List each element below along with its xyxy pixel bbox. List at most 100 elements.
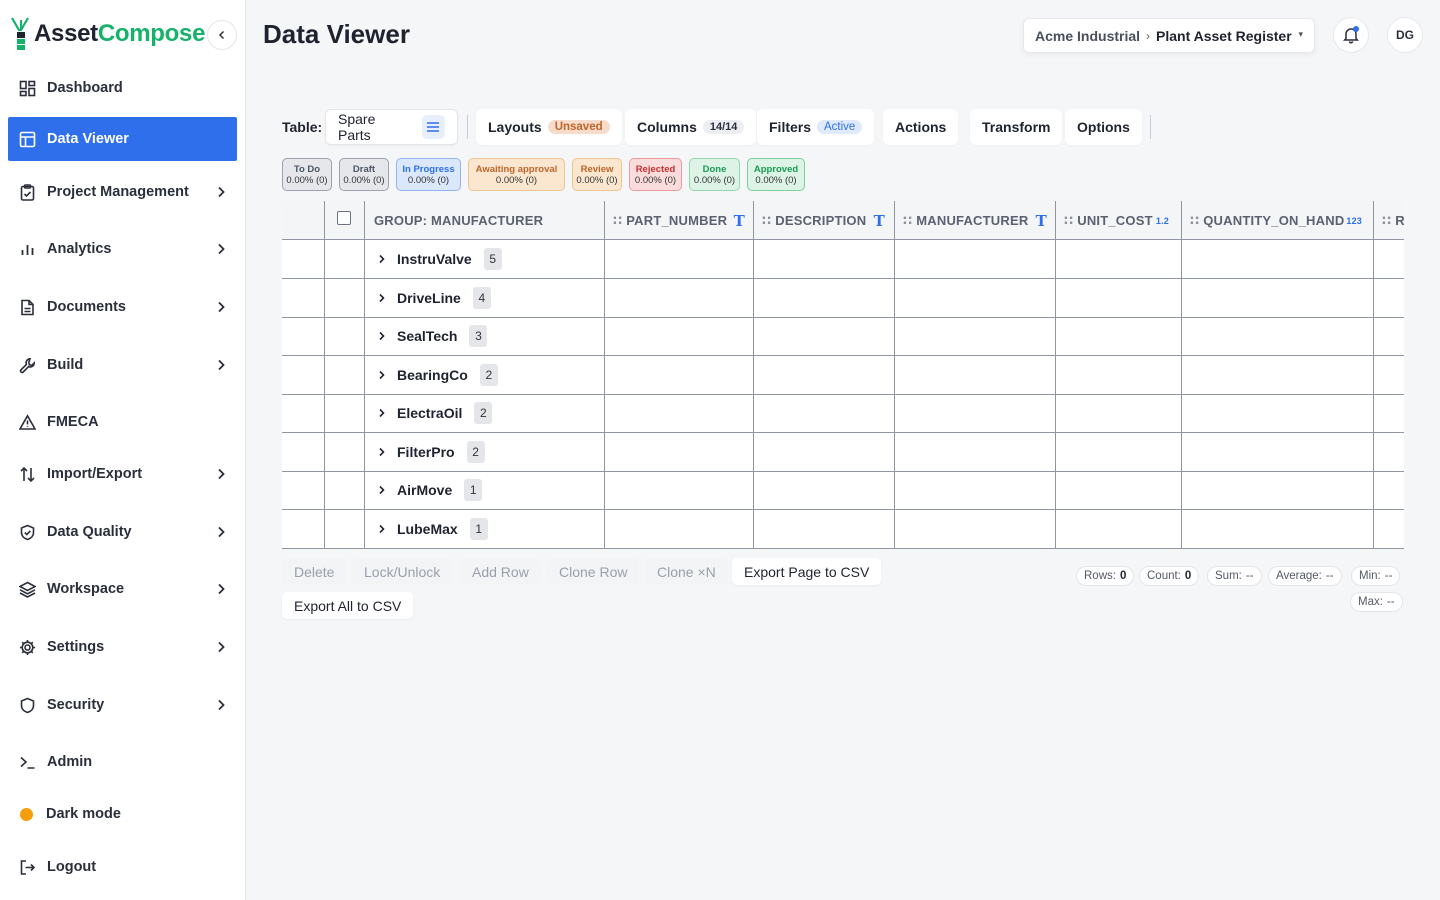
actions-button[interactable]: Actions — [883, 109, 959, 145]
group-cell[interactable]: SealTech 3 — [377, 317, 488, 355]
status-chip-awaiting-approval[interactable]: Awaiting approval 0.00% (0) — [468, 158, 565, 191]
dark-mode-toggle[interactable]: Dark mode — [8, 792, 237, 836]
chevron-right-icon[interactable] — [377, 293, 391, 303]
sidebar-item-analytics[interactable]: Analytics — [8, 227, 237, 271]
transform-button[interactable]: Transform — [970, 109, 1063, 145]
chevron-right-icon[interactable] — [377, 254, 391, 264]
chevron-right-icon — [218, 359, 225, 371]
drag-handle-icon[interactable]: ∷ — [613, 213, 622, 229]
sidebar-item-documents[interactable]: Documents — [8, 285, 237, 329]
group-row[interactable]: SealTech 3 — [282, 317, 1404, 356]
column-header-quantity-on-hand[interactable]: ∷ QUANTITY_ON_HAND 123 — [1190, 201, 1374, 240]
status-chip-draft[interactable]: Draft 0.00% (0) — [339, 158, 389, 191]
group-column-header[interactable]: GROUP: MANUFACTURER — [374, 201, 543, 240]
column-header-manufacturer[interactable]: ∷ MANUFACTURER T — [903, 201, 1057, 240]
status-chip-label: Approved — [753, 164, 799, 175]
add-row-button[interactable]: Add Row — [460, 558, 541, 585]
status-chip-done[interactable]: Done 0.00% (0) — [689, 158, 740, 191]
sidebar-item-data-viewer[interactable]: Data Viewer — [8, 117, 237, 161]
column-divider — [894, 201, 895, 548]
group-row[interactable]: InstruValve 5 — [282, 240, 1404, 279]
lock-unlock-button[interactable]: Lock/Unlock — [352, 558, 453, 585]
chevron-right-icon[interactable] — [377, 447, 391, 457]
sidebar-item-label: Data Quality — [47, 524, 132, 540]
sidebar-item-fmeca[interactable]: FMECA — [8, 400, 237, 444]
status-chip-in-progress[interactable]: In Progress 0.00% (0) — [396, 158, 461, 191]
chevron-right-icon[interactable] — [377, 524, 391, 534]
group-count-badge: 2 — [466, 441, 485, 463]
sidebar-collapse-button[interactable] — [207, 20, 237, 50]
column-header-label: DESCRIPTION — [775, 213, 867, 228]
drag-handle-icon[interactable]: ∷ — [1382, 213, 1391, 229]
group-cell[interactable]: BearingCo 2 — [377, 356, 498, 394]
chevron-right-icon[interactable] — [377, 485, 391, 495]
table-selector[interactable]: Spare Parts — [325, 109, 458, 145]
status-chip-approved[interactable]: Approved 0.00% (0) — [747, 158, 805, 191]
chevron-right-icon[interactable] — [377, 408, 391, 418]
group-cell[interactable]: LubeMax 1 — [377, 510, 488, 548]
sidebar-item-logout[interactable]: Logout — [8, 845, 237, 889]
chevron-right-icon[interactable] — [377, 331, 391, 341]
menu-icon[interactable] — [421, 115, 445, 139]
columns-button[interactable]: Columns 14/14 — [625, 109, 757, 145]
group-row[interactable]: ElectraOil 2 — [282, 394, 1404, 433]
filters-button[interactable]: Filters Active — [757, 109, 875, 145]
sidebar-item-project-management[interactable]: Project Management — [8, 170, 237, 214]
group-row[interactable]: AirMove 1 — [282, 471, 1404, 510]
status-chip-value: 0.00% (0) — [693, 175, 736, 186]
integer-type-icon: 123 — [1346, 215, 1362, 226]
sidebar-item-security[interactable]: Security — [8, 683, 237, 727]
layouts-button[interactable]: Layouts Unsaved — [476, 109, 622, 145]
sidebar-item-admin[interactable]: Admin — [8, 740, 237, 784]
column-header-description[interactable]: ∷ DESCRIPTION T — [762, 201, 895, 240]
clone-n-button[interactable]: Clone ×N — [645, 558, 728, 585]
sidebar-item-label: Admin — [47, 754, 93, 770]
sidebar-item-label: Import/Export — [47, 466, 143, 482]
group-row[interactable]: LubeMax 1 — [282, 510, 1404, 548]
column-header-unit-cost[interactable]: ∷ UNIT_COST 1.2 — [1064, 201, 1181, 240]
drag-handle-icon[interactable]: ∷ — [1064, 213, 1073, 229]
stat-max: Max: -- — [1350, 592, 1403, 612]
status-chip-rejected[interactable]: Rejected 0.00% (0) — [629, 158, 682, 191]
export-all-csv-button[interactable]: Export All to CSV — [282, 592, 414, 619]
terminal-icon — [18, 753, 36, 771]
column-header-part-number[interactable]: ∷ PART_NUMBER T — [613, 201, 755, 240]
status-chip-review[interactable]: Review 0.00% (0) — [572, 158, 622, 191]
group-count-badge: 2 — [479, 364, 498, 386]
project-selector[interactable]: Acme Industrial › Plant Asset Register ▾ — [1023, 18, 1315, 53]
sidebar-item-workspace[interactable]: Workspace — [8, 567, 237, 611]
warning-icon — [18, 413, 36, 431]
clipboard-icon — [18, 183, 36, 201]
stat-label: Sum: — [1215, 570, 1242, 582]
sidebar-item-build[interactable]: Build — [8, 343, 237, 387]
sidebar-item-settings[interactable]: Settings — [8, 625, 237, 669]
group-cell[interactable]: ElectraOil 2 — [377, 394, 493, 432]
chevron-right-icon[interactable] — [377, 370, 391, 380]
avatar[interactable]: DG — [1387, 17, 1423, 53]
sidebar-item-data-quality[interactable]: Data Quality — [8, 510, 237, 554]
drag-handle-icon[interactable]: ∷ — [762, 213, 771, 229]
group-cell[interactable]: AirMove 1 — [377, 471, 483, 509]
drag-handle-icon[interactable]: ∷ — [1190, 213, 1199, 229]
sidebar-item-import-export[interactable]: Import/Export — [8, 452, 237, 496]
delete-button[interactable]: Delete — [282, 558, 347, 585]
stat-label: Min: — [1359, 570, 1381, 582]
group-row[interactable]: BearingCo 2 — [282, 356, 1404, 395]
status-chip-to-do[interactable]: To Do 0.00% (0) — [282, 158, 332, 191]
group-cell[interactable]: FilterPro 2 — [377, 433, 485, 471]
columns-count-badge: 14/14 — [702, 120, 745, 134]
group-row[interactable]: FilterPro 2 — [282, 433, 1404, 472]
group-cell[interactable]: DriveLine 4 — [377, 279, 491, 317]
export-page-csv-button[interactable]: Export Page to CSV — [732, 558, 882, 585]
select-all-checkbox[interactable] — [337, 211, 351, 225]
group-cell[interactable]: InstruValve 5 — [377, 240, 502, 278]
group-row[interactable]: DriveLine 4 — [282, 279, 1404, 318]
drag-handle-icon[interactable]: ∷ — [903, 213, 912, 229]
options-button[interactable]: Options — [1065, 109, 1142, 145]
notifications-button[interactable] — [1333, 17, 1369, 53]
clone-row-button[interactable]: Clone Row — [547, 558, 640, 585]
column-header-truncated[interactable]: ∷ R — [1382, 201, 1404, 240]
app-logo[interactable]: AssetCompose — [10, 16, 205, 52]
sidebar-item-dashboard[interactable]: Dashboard — [8, 66, 237, 110]
stat-value: -- — [1386, 596, 1395, 608]
